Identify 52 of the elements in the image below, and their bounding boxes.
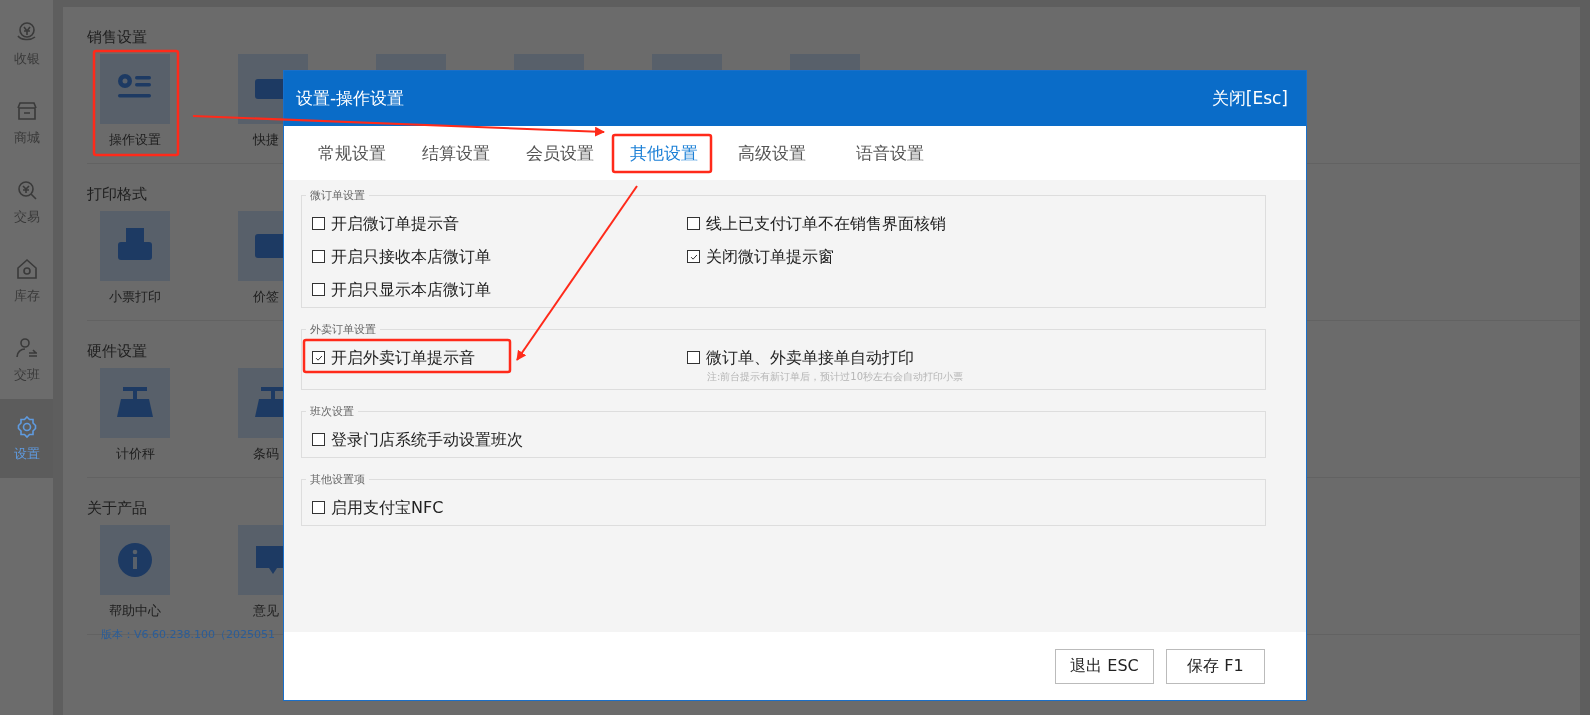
checkbox[interactable] <box>687 217 700 230</box>
group-title: 外卖订单设置 <box>309 322 377 337</box>
dialog-title: 设置-操作设置 <box>296 87 405 110</box>
save-button[interactable]: 保存 F1 <box>1166 648 1265 684</box>
group-title: 微订单设置 <box>309 188 366 203</box>
checkbox[interactable] <box>312 250 325 263</box>
tile-label: 快捷 <box>252 131 279 149</box>
option-label: 开启外卖订单提示音 <box>331 347 475 369</box>
tile-label: 计价秤 <box>115 445 155 463</box>
option-label: 微订单、外卖单接单自动打印 <box>706 347 914 369</box>
group-title: 班次设置 <box>309 404 355 419</box>
option-label: 启用支付宝NFC <box>331 497 444 519</box>
tab[interactable]: 会员设置 <box>512 137 608 169</box>
option-label: 开启只显示本店微订单 <box>331 279 491 301</box>
option-label: 开启只接收本店微订单 <box>331 246 491 268</box>
info-icon <box>115 540 155 580</box>
tab[interactable]: 其他设置 <box>616 137 712 169</box>
settings-tile[interactable] <box>100 54 170 124</box>
version-text: 版本：V6.60.238.100（2025051 <box>101 627 275 642</box>
section-title: 关于产品 <box>87 498 147 518</box>
close-button[interactable]: 关闭[Esc] <box>1211 87 1288 110</box>
checkbox[interactable] <box>312 217 325 230</box>
option-label: 开启微订单提示音 <box>331 213 459 235</box>
checkbox[interactable] <box>687 351 700 364</box>
tab[interactable]: 语音设置 <box>842 137 938 169</box>
settings-tile[interactable] <box>100 368 170 438</box>
tile-label: 操作设置 <box>109 131 161 149</box>
checkbox[interactable] <box>312 433 325 446</box>
house-search-icon <box>14 256 39 281</box>
option-label: 登录门店系统手动设置班次 <box>331 429 523 451</box>
tab[interactable]: 常规设置 <box>304 137 400 169</box>
section-title: 打印格式 <box>87 184 147 204</box>
tile-label: 条码 <box>252 445 279 463</box>
option-label: 关闭微订单提示窗 <box>706 246 834 268</box>
tile-label: 帮助中心 <box>109 602 161 620</box>
settings-tile[interactable] <box>100 525 170 595</box>
tile-label: 意见 <box>252 602 279 620</box>
checkbox[interactable] <box>312 351 325 364</box>
section-title: 硬件设置 <box>87 341 147 361</box>
section-title: 销售设置 <box>87 27 147 47</box>
tile-label: 小票打印 <box>109 288 161 306</box>
exit-button[interactable]: 退出 ESC <box>1055 648 1154 684</box>
checkbox[interactable] <box>687 250 700 263</box>
tab[interactable]: 高级设置 <box>724 137 820 169</box>
person-swap-icon <box>14 335 39 360</box>
checkbox[interactable] <box>312 501 325 514</box>
tile-label: 价签 <box>252 288 279 306</box>
group-title: 其他设置项 <box>309 472 366 487</box>
tab[interactable]: 结算设置 <box>408 137 504 169</box>
settings-tile[interactable] <box>100 211 170 281</box>
checkbox[interactable] <box>312 283 325 296</box>
option-label: 线上已支付订单不在销售界面核销 <box>706 213 946 235</box>
